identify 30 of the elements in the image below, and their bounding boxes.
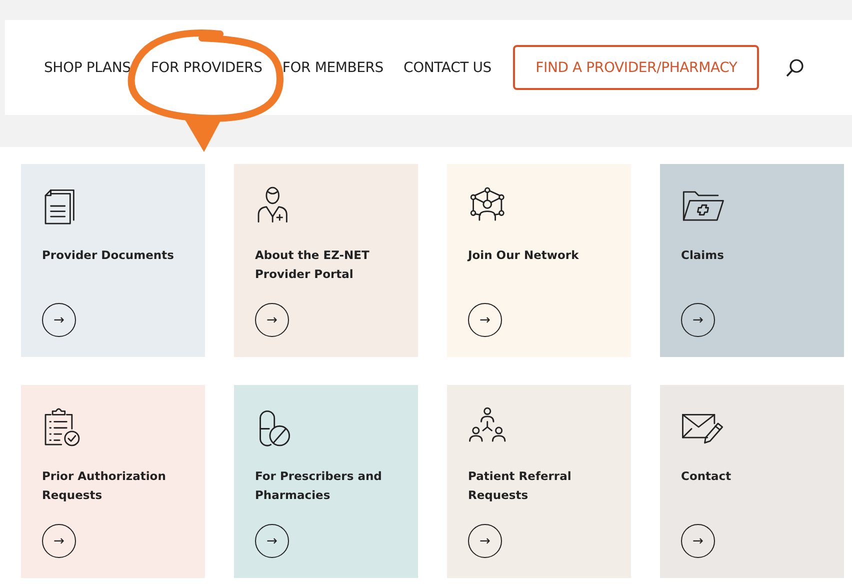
menu-card[interactable]: Contact → (660, 385, 844, 578)
menu-card[interactable]: Provider Documents → (21, 164, 205, 357)
nav-link[interactable]: FOR MEMBERS (282, 60, 384, 76)
card-title: Join Our Network (468, 247, 580, 264)
arrow-button[interactable]: → (468, 524, 502, 558)
menu-card[interactable]: For Prescribers and Pharmacies → (234, 385, 418, 578)
card-title: Prior Authorization Requests (42, 468, 167, 504)
menu-card[interactable]: Claims → (660, 164, 844, 357)
search-icon[interactable] (785, 58, 806, 78)
nav-link[interactable]: SHOP PLANS (44, 60, 131, 76)
arrow-button[interactable]: → (255, 524, 289, 558)
nav-link[interactable]: FOR PROVIDERS (150, 60, 262, 76)
nav-link[interactable]: CONTACT US (404, 60, 492, 76)
arrow-button[interactable]: → (681, 303, 715, 337)
card-title: Provider Documents (42, 247, 175, 264)
card-title: About the EZ-NET Provider Portal (255, 247, 370, 283)
menu-card[interactable]: Join Our Network → (447, 164, 631, 357)
card-title: Patient Referral Requests (468, 468, 572, 504)
menu-card[interactable]: Patient Referral Requests → (447, 385, 631, 578)
menu-card[interactable]: Prior Authorization Requests → (21, 385, 205, 578)
arrow-button[interactable]: → (468, 303, 502, 337)
arrow-button[interactable]: → (42, 303, 76, 337)
arrow-button[interactable]: → (681, 524, 715, 558)
arrow-button[interactable]: → (255, 303, 289, 337)
card-title: For Prescribers and Pharmacies (255, 468, 383, 504)
menu-card[interactable]: About the EZ-NET Provider Portal → (234, 164, 418, 357)
find-provider-button[interactable]: FIND A PROVIDER/PHARMACY (513, 45, 760, 90)
card-title: Contact (681, 468, 732, 485)
arrow-button[interactable]: → (42, 524, 76, 558)
card-title: Claims (681, 247, 725, 264)
